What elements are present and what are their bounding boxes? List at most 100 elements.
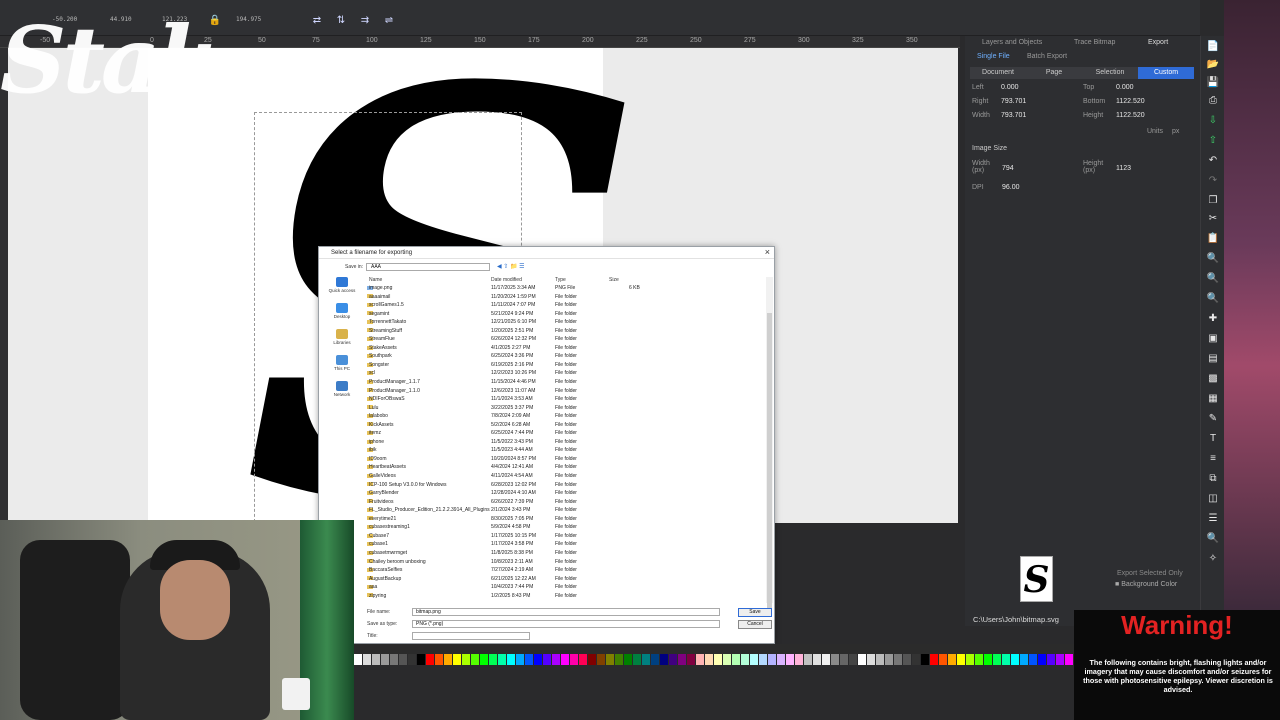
column-size[interactable]: Size	[609, 277, 619, 283]
palette-swatch[interactable]	[444, 654, 452, 665]
dpi-field[interactable]: 96.00	[1002, 184, 1020, 191]
palette-swatch[interactable]	[552, 654, 560, 665]
save-in-dropdown[interactable]: AAA	[366, 263, 490, 271]
file-row[interactable]: ProductManager_1.1.7 11/15/2024 4:46 PM Fi…	[367, 379, 767, 388]
fill-stroke-icon[interactable]: ✎	[1206, 412, 1220, 426]
palette-swatch[interactable]	[840, 654, 848, 665]
palette-swatch[interactable]	[525, 654, 533, 665]
palette-swatch[interactable]	[615, 654, 623, 665]
palette-swatch[interactable]	[822, 654, 830, 665]
export-path[interactable]: C:\Users\John\bitmap.svg	[973, 615, 1059, 624]
palette-swatch[interactable]	[831, 654, 839, 665]
palette-swatch[interactable]	[867, 654, 875, 665]
save-icon[interactable]: 💾	[1206, 76, 1220, 90]
palette-swatch[interactable]	[462, 654, 470, 665]
save-as-type-dropdown[interactable]: PNG (*.png)	[412, 620, 720, 628]
scrollbar-thumb[interactable]	[767, 313, 772, 613]
bottom-field[interactable]: 1122.520	[1116, 98, 1145, 105]
palette-swatch[interactable]	[390, 654, 398, 665]
palette-swatch[interactable]	[660, 654, 668, 665]
palette-swatch[interactable]	[741, 654, 749, 665]
area-selection[interactable]: Selection	[1082, 67, 1138, 79]
background-color-checkbox[interactable]: ■ Background Color	[1115, 581, 1177, 588]
palette-swatch[interactable]	[561, 654, 569, 665]
cancel-button[interactable]: Cancel	[738, 620, 772, 629]
file-row[interactable]: image.png 11/17/2025 3:34 AM PNG File 6 KB	[367, 285, 767, 294]
file-row[interactable]: lalabobo 7/8/2024 2:09 AM File folder	[367, 413, 767, 422]
palette-swatch[interactable]	[849, 654, 857, 665]
palette-swatch[interactable]	[363, 654, 371, 665]
height-field[interactable]: 1122.520	[1116, 112, 1145, 119]
palette-swatch[interactable]	[957, 654, 965, 665]
palette-swatch[interactable]	[543, 654, 551, 665]
file-row[interactable]: ibik 11/5/2023 4:44 AM File folder	[367, 447, 767, 456]
palette-swatch[interactable]	[885, 654, 893, 665]
align-icon[interactable]: ◫	[1206, 492, 1220, 506]
palette-swatch[interactable]	[417, 654, 425, 665]
palette-swatch[interactable]	[381, 654, 389, 665]
place-desktop[interactable]: Desktop	[325, 303, 359, 329]
clone-icon[interactable]: ▣	[1206, 332, 1220, 346]
file-row[interactable]: everytime21 8/30/2025 7:05 PM File folder	[367, 516, 767, 525]
find-icon[interactable]: 🔍	[1206, 532, 1220, 546]
file-row[interactable]: scrollGames1.5 11/11/2024 7:07 PM File fol…	[367, 302, 767, 311]
file-row[interactable]: StakeAssets 4/1/2025 2:27 PM File folder	[367, 345, 767, 354]
width-field[interactable]: 793.701	[1001, 112, 1026, 119]
file-row[interactable]: iphone 11/5/2022 3:43 PM File folder	[367, 439, 767, 448]
column-date[interactable]: Date modified	[491, 277, 522, 283]
tab-layers-objects[interactable]: Layers and Objects	[982, 39, 1042, 46]
file-row[interactable]: aaaaimail 11/20/2024 1:59 PM File folder	[367, 294, 767, 303]
palette-swatch[interactable]	[966, 654, 974, 665]
file-row[interactable]: Fruitvideos 6/26/2022 7:39 PM File folder	[367, 499, 767, 508]
palette-swatch[interactable]	[813, 654, 821, 665]
palette-swatch[interactable]	[507, 654, 515, 665]
export-selected-only-checkbox[interactable]: Export Selected Only	[1117, 570, 1183, 577]
column-type[interactable]: Type	[555, 277, 566, 283]
palette-swatch[interactable]	[1056, 654, 1064, 665]
palette-swatch[interactable]	[768, 654, 776, 665]
place-libraries[interactable]: Libraries	[325, 329, 359, 355]
file-row[interactable]: NDIForOBswaS 11/1/2024 3:53 AM File folder	[367, 396, 767, 405]
save-button[interactable]: Save	[738, 608, 772, 617]
file-row[interactable]: scl 12/2/2023 10:26 PM File folder	[367, 370, 767, 379]
undo-icon[interactable]: ↶	[1206, 154, 1220, 168]
palette-swatch[interactable]	[921, 654, 929, 665]
file-row[interactable]: FL_Studio_Producer_Edition_21.2.2.3914_A…	[367, 507, 767, 516]
import-icon[interactable]: ⇩	[1206, 114, 1220, 128]
tab-trace-bitmap[interactable]: Trace Bitmap	[1074, 39, 1115, 46]
palette-swatch[interactable]	[786, 654, 794, 665]
palette-swatch[interactable]	[1038, 654, 1046, 665]
print-icon[interactable]: ⎙	[1206, 94, 1220, 108]
palette-swatch[interactable]	[750, 654, 758, 665]
palette-swatch[interactable]	[984, 654, 992, 665]
text-font-icon[interactable]: T	[1206, 432, 1220, 446]
palette-swatch[interactable]	[939, 654, 947, 665]
palette-swatch[interactable]	[669, 654, 677, 665]
palette-swatch[interactable]	[651, 654, 659, 665]
palette-swatch[interactable]	[894, 654, 902, 665]
palette-swatch[interactable]	[930, 654, 938, 665]
file-row[interactable]: zipyring 1/2/2025 8:43 PM File folder	[367, 593, 767, 602]
palette-swatch[interactable]	[471, 654, 479, 665]
top-field[interactable]: 0.000	[1116, 84, 1134, 91]
unlink-clone-icon[interactable]: ▤	[1206, 352, 1220, 366]
palette-swatch[interactable]	[975, 654, 983, 665]
palette-swatch[interactable]	[354, 654, 362, 665]
palette-swatch[interactable]	[489, 654, 497, 665]
redo-icon[interactable]: ↷	[1206, 174, 1220, 188]
new-document-icon[interactable]: 📄	[1206, 40, 1220, 54]
file-row[interactable]: HeartbeatAssets 4/4/2024 12:41 AM File fol…	[367, 464, 767, 473]
file-row[interactable]: cubasestreaming1 5/9/2024 4:58 PM File fol…	[367, 524, 767, 533]
paste-icon[interactable]: 📋	[1206, 232, 1220, 246]
cut-icon[interactable]: ✂	[1206, 212, 1220, 226]
palette-swatch[interactable]	[912, 654, 920, 665]
palette-swatch[interactable]	[1011, 654, 1019, 665]
file-row[interactable]: Songster 6/19/2025 2:16 PM File folder	[367, 362, 767, 371]
palette-swatch[interactable]	[516, 654, 524, 665]
file-row[interactable]: KickAssets 5/2/2024 6:28 AM File folder	[367, 422, 767, 431]
palette-swatch[interactable]	[858, 654, 866, 665]
folder-navigation-icons[interactable]: ◀ ⇧ 📁 ☰	[497, 263, 525, 270]
palette-swatch[interactable]	[723, 654, 731, 665]
zoom-page-icon[interactable]: 🔍	[1206, 292, 1220, 306]
image-height-field[interactable]: 1123	[1116, 165, 1131, 172]
